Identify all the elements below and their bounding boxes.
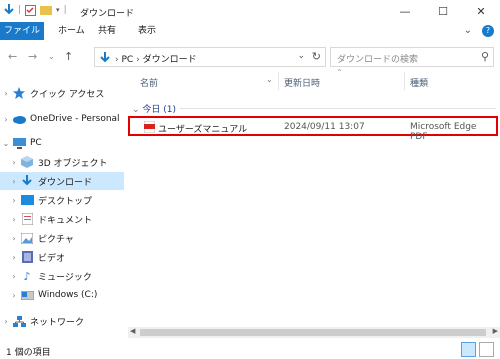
scrollbar-thumb[interactable] [140, 329, 486, 336]
video-icon [20, 251, 34, 263]
expand-icon[interactable]: › [0, 317, 12, 326]
new-folder-icon[interactable] [40, 5, 53, 15]
column-type[interactable]: 種類 [410, 76, 428, 89]
tab-file[interactable]: ファイル [0, 22, 44, 40]
address-row: ← → ⌄ ↑ › PC › ダウンロード ⌄ ↻ ダウンロードの検索 ⚲ [0, 44, 500, 70]
column-modified[interactable]: 更新日時 [284, 76, 320, 89]
expand-icon[interactable]: › [8, 253, 20, 262]
window-title: ダウンロード [80, 9, 135, 19]
up-icon[interactable]: ↑ [64, 50, 73, 63]
ribbon-tabs: ファイル ホーム 共有 表示 ⌄ ? [0, 22, 500, 40]
network-icon [12, 315, 26, 327]
download-icon [100, 52, 110, 63]
navigation-pane: › クイック アクセス › OneDrive - Personal ⌄ PC ›… [0, 76, 124, 338]
search-box[interactable]: ダウンロードの検索 ⚲ [330, 47, 494, 67]
pdf-file-icon [143, 120, 156, 136]
sidebar-item-windows-c[interactable]: › Windows (C:) [0, 286, 124, 304]
maximize-icon[interactable]: ☐ [424, 0, 462, 22]
collapse-icon[interactable]: ⌄ [0, 139, 12, 148]
expand-icon[interactable]: › [8, 291, 20, 300]
help-icon[interactable]: ? [482, 25, 494, 37]
title-bar: | ▾ | ダウンロード — ☐ ✕ [0, 0, 500, 22]
column-divider[interactable] [404, 72, 405, 90]
address-bar[interactable]: › PC › ダウンロード ⌄ ↻ [94, 47, 326, 67]
properties-icon[interactable] [25, 4, 37, 16]
group-header-today[interactable]: ⌄ 今日 (1) [132, 102, 176, 115]
download-icon [20, 175, 34, 187]
expand-icon[interactable]: › [0, 89, 12, 98]
separator: | [18, 5, 22, 15]
refresh-icon[interactable]: ↻ [312, 50, 321, 63]
cube-icon [20, 156, 34, 168]
separator: | [63, 5, 67, 15]
expand-icon[interactable]: › [8, 215, 20, 224]
back-icon[interactable]: ← [8, 50, 17, 63]
details-view-icon[interactable] [461, 342, 476, 357]
close-icon[interactable]: ✕ [462, 0, 500, 22]
tab-view[interactable]: 表示 [130, 22, 164, 40]
expand-icon[interactable]: › [8, 234, 20, 243]
customize-qat-icon[interactable]: ▾ [56, 6, 60, 14]
sidebar-item-quick-access[interactable]: › クイック アクセス [0, 84, 124, 102]
cloud-icon [12, 113, 26, 125]
expand-icon[interactable]: › [8, 177, 20, 186]
expand-icon[interactable]: › [0, 115, 12, 124]
search-icon[interactable]: ⚲ [481, 50, 489, 63]
file-name: ユーザーズマニュアル [158, 125, 248, 135]
sidebar-item-desktop[interactable]: › デスクトップ [0, 191, 124, 209]
file-type: Microsoft Edge PDF [410, 122, 477, 142]
chevron-down-icon[interactable]: ⌄ [464, 25, 472, 36]
quick-access-toolbar: | ▾ | [4, 4, 67, 16]
desktop-icon [20, 194, 34, 206]
file-list: 名前 ⌄ ⌃ 更新日時 種類 ⌄ 今日 (1) ユーザーズマニュアル 2024/… [124, 68, 500, 338]
sidebar-item-pc[interactable]: ⌄ PC [0, 134, 124, 152]
group-divider [180, 108, 496, 109]
picture-icon [20, 232, 34, 244]
expand-icon[interactable]: › [8, 196, 20, 205]
horizontal-scrollbar[interactable]: ◀ ▶ [128, 327, 500, 338]
expand-icon[interactable]: › [8, 272, 20, 281]
breadcrumb[interactable]: › PC › ダウンロード [115, 52, 197, 65]
window-controls: — ☐ ✕ [386, 0, 500, 22]
address-dropdown-icon[interactable]: ⌄ [297, 51, 305, 61]
scroll-left-icon[interactable]: ◀ [130, 327, 135, 335]
pc-icon [12, 137, 26, 149]
collapse-icon[interactable]: ⌄ [132, 105, 140, 115]
column-name[interactable]: 名前 [140, 76, 158, 89]
forward-icon[interactable]: → [28, 50, 37, 63]
sidebar-item-pictures[interactable]: › ピクチャ [0, 229, 124, 247]
music-icon: ♪ [23, 269, 31, 283]
large-icons-view-icon[interactable] [479, 342, 494, 357]
file-modified: 2024/09/11 13:07 [284, 122, 365, 132]
search-placeholder: ダウンロードの検索 [337, 55, 419, 65]
tab-home[interactable]: ホーム [50, 22, 93, 40]
sidebar-item-downloads[interactable]: › ダウンロード [0, 172, 124, 190]
scroll-right-icon[interactable]: ▶ [493, 327, 498, 335]
star-icon [12, 87, 26, 99]
drive-icon [20, 289, 34, 301]
sort-dropdown-icon[interactable]: ⌄ [266, 75, 273, 84]
file-row[interactable]: ユーザーズマニュアル 2024/09/11 13:07 Microsoft Ed… [128, 116, 498, 142]
sidebar-item-network[interactable]: › ネットワーク [0, 312, 124, 330]
sidebar-item-documents[interactable]: › ドキュメント [0, 210, 124, 228]
column-divider[interactable] [278, 72, 279, 90]
recent-locations-icon[interactable]: ⌄ [48, 52, 55, 61]
sidebar-item-3d-objects[interactable]: › 3D オブジェクト [0, 153, 124, 171]
sort-indicator-icon: ⌃ [336, 68, 343, 77]
item-count: 1 個の項目 [6, 348, 51, 358]
document-icon [20, 213, 34, 225]
expand-icon[interactable]: › [8, 158, 20, 167]
sidebar-item-music[interactable]: › ♪ ミュージック [0, 267, 124, 285]
tab-share[interactable]: 共有 [90, 22, 124, 40]
minimize-icon[interactable]: — [386, 0, 424, 22]
status-bar: 1 個の項目 [0, 341, 500, 359]
download-arrow-icon[interactable] [4, 4, 14, 16]
view-switcher [461, 342, 494, 357]
column-header: 名前 ⌄ ⌃ 更新日時 種類 [128, 68, 500, 92]
sidebar-item-videos[interactable]: › ビデオ [0, 248, 124, 266]
sidebar-item-onedrive[interactable]: › OneDrive - Personal [0, 110, 124, 128]
